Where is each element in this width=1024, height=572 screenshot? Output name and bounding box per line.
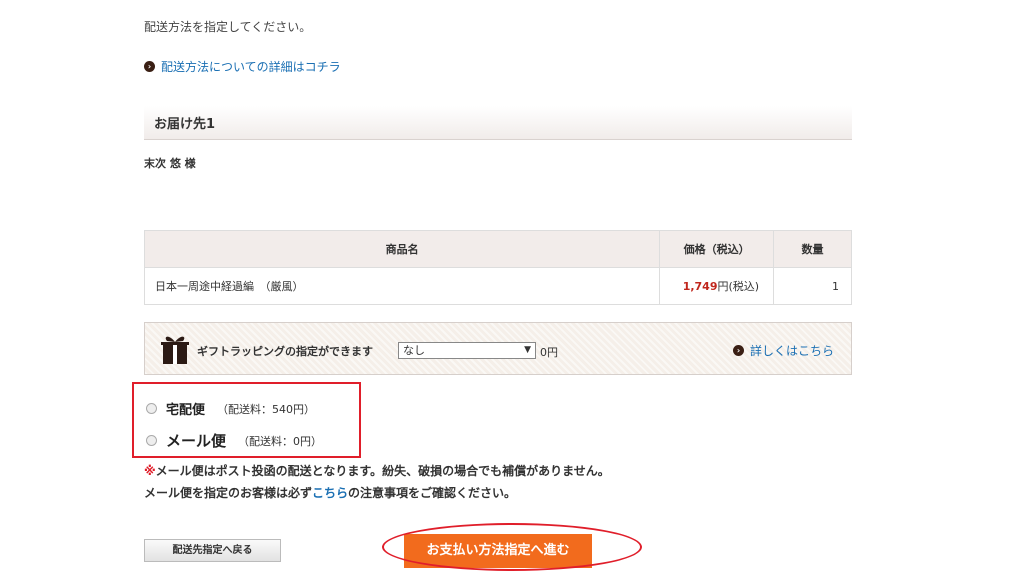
header-quantity: 数量 bbox=[773, 230, 852, 268]
notice-text-before: メール便を指定のお客様は必ず bbox=[144, 486, 313, 500]
product-price: 1,749円(税込) bbox=[659, 267, 775, 305]
section-title: お届け先1 bbox=[144, 106, 852, 140]
price-suffix: 円(税込) bbox=[717, 280, 760, 293]
shipping-option-fee: （配送料：540円） bbox=[217, 402, 316, 416]
table-header-row: 商品名 価格（税込） 数量 bbox=[143, 230, 852, 268]
shipping-option-name: 宅配便 bbox=[166, 403, 206, 418]
table-row: 日本一周途中経過編 （厳風） 1,749円(税込) 1 bbox=[143, 267, 852, 305]
gift-details-link-label: 詳しくはこちら bbox=[750, 344, 835, 358]
mail-delivery-notice: メール便を指定のお客様は必ずこちらの注意事項をご確認ください。 bbox=[144, 484, 516, 501]
shipping-option-fee: （配送料：0円） bbox=[238, 434, 323, 448]
chevron-right-icon: › bbox=[144, 61, 155, 72]
header-price: 価格（税込） bbox=[659, 230, 775, 268]
price-value: 1,749 bbox=[682, 280, 718, 293]
back-to-address-button[interactable]: 配送先指定へ戻る bbox=[144, 539, 281, 562]
gift-select-value: なし bbox=[403, 344, 425, 357]
gift-wrapping-fee: 0円 bbox=[540, 346, 558, 359]
shipping-option-mail[interactable]: メール便 （配送料：0円） bbox=[146, 430, 322, 451]
items-table: 商品名 価格（税込） 数量 日本一周途中経過編 （厳風） 1,749円(税込) … bbox=[143, 230, 852, 305]
dropdown-arrow-icon: ▼ bbox=[524, 345, 531, 355]
gift-wrapping-label: ギフトラッピングの指定ができます bbox=[197, 345, 373, 358]
header-product-name: 商品名 bbox=[143, 230, 661, 268]
mail-delivery-warning: ※メール便はポスト投函の配送となります。紛失、破損の場合でも補償がありません。 bbox=[144, 462, 610, 479]
notice-link[interactable]: こちら bbox=[312, 486, 348, 500]
highlight-ellipse bbox=[382, 523, 642, 571]
shipping-details-link-label: 配送方法についての詳細はコチラ bbox=[161, 60, 341, 74]
gift-details-link[interactable]: › 詳しくはこちら bbox=[733, 342, 834, 359]
warning-mark: ※ bbox=[144, 464, 156, 478]
notice-text-after: の注意事項をご確認ください。 bbox=[348, 486, 517, 500]
product-quantity: 1 bbox=[773, 267, 852, 305]
product-name: 日本一周途中経過編 （厳風） bbox=[143, 267, 661, 305]
warning-text: メール便はポスト投函の配送となります。紛失、破損の場合でも補償がありません。 bbox=[155, 464, 610, 478]
shipping-method-options: 宅配便 （配送料：540円） メール便 （配送料：0円） bbox=[132, 382, 361, 458]
shipping-option-name: メール便 bbox=[166, 432, 227, 450]
gift-icon bbox=[161, 336, 189, 364]
shipping-details-link[interactable]: › 配送方法についての詳細はコチラ bbox=[144, 58, 341, 75]
radio-button[interactable] bbox=[146, 403, 157, 414]
chevron-right-icon: › bbox=[733, 345, 744, 356]
gift-wrapping-panel: ギフトラッピングの指定ができます なし ▼ 0円 › 詳しくはこちら bbox=[144, 322, 852, 375]
gift-wrapping-select[interactable]: なし ▼ bbox=[398, 342, 536, 359]
radio-button[interactable] bbox=[146, 435, 157, 446]
shipping-option-takuhaibin[interactable]: 宅配便 （配送料：540円） bbox=[146, 399, 315, 418]
instruction-text: 配送方法を指定してください。 bbox=[144, 20, 312, 34]
recipient-name: 末次 悠 様 bbox=[144, 157, 196, 170]
